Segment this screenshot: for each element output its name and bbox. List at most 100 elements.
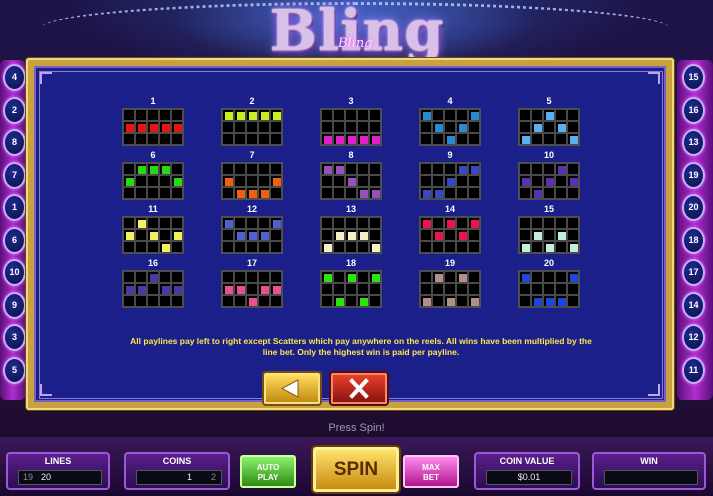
- payline-indicator[interactable]: 10: [3, 259, 26, 286]
- coins-field[interactable]: 1 2: [136, 470, 222, 485]
- payline-cell-active: [345, 229, 357, 241]
- payline-cell-active: [369, 271, 381, 283]
- payline-cell-active: [468, 163, 480, 175]
- payline-cell: [444, 187, 456, 199]
- max-bet-button[interactable]: MAX BET: [403, 455, 459, 488]
- payline-cell: [123, 187, 135, 199]
- payline-diagram: [320, 270, 382, 308]
- lines-field[interactable]: 19 20: [18, 470, 102, 485]
- payline-cell-active: [258, 187, 270, 199]
- payline-cell: [171, 109, 183, 121]
- payline-cell: [258, 217, 270, 229]
- payline-cell: [531, 133, 543, 145]
- payline-cell: [270, 241, 282, 253]
- payline-cell-active: [171, 121, 183, 133]
- coins-control[interactable]: COINS 1 2: [124, 452, 230, 490]
- payline-diagram: [419, 162, 481, 200]
- payline-indicator[interactable]: 17: [682, 259, 705, 286]
- payline-cell-active: [345, 271, 357, 283]
- payline-indicator[interactable]: 11: [682, 356, 705, 384]
- payline-indicator[interactable]: 1: [3, 194, 26, 221]
- payline-indicator[interactable]: 18: [682, 226, 705, 254]
- payline-cell: [432, 217, 444, 229]
- payline-cell: [432, 163, 444, 175]
- payline-cell-active: [456, 271, 468, 283]
- payline-indicator[interactable]: 19: [682, 161, 705, 189]
- lines-control[interactable]: LINES 19 20: [6, 452, 110, 490]
- payline-cell-active: [444, 217, 456, 229]
- payline-indicator[interactable]: 16: [682, 96, 705, 124]
- lines-label: LINES: [44, 456, 72, 466]
- payline-cell: [555, 109, 567, 121]
- payline-indicator[interactable]: 7: [3, 161, 26, 189]
- payline-cell: [345, 283, 357, 295]
- payline-3: 3: [320, 96, 382, 148]
- payline-cell-active: [345, 175, 357, 187]
- payline-indicator[interactable]: 12: [682, 324, 705, 351]
- payline-indicator[interactable]: 6: [3, 226, 26, 254]
- payline-9: 9: [419, 150, 481, 202]
- payline-cell-active: [432, 187, 444, 199]
- payline-cell: [258, 241, 270, 253]
- payline-cell: [357, 271, 369, 283]
- payline-cell-active: [567, 241, 579, 253]
- payline-cell: [468, 121, 480, 133]
- payline-number: 1: [150, 96, 156, 106]
- payline-indicator[interactable]: 2: [3, 96, 26, 124]
- payline-cell-active: [321, 271, 333, 283]
- autoplay-button[interactable]: AUTO PLAY: [240, 455, 296, 488]
- payline-10: 10: [518, 150, 580, 202]
- payline-indicator[interactable]: 3: [3, 324, 26, 351]
- payline-cell-active: [270, 283, 282, 295]
- payline-cell: [519, 217, 531, 229]
- game-logo-sub: Bling: [338, 36, 373, 51]
- payline-indicator[interactable]: 13: [682, 129, 705, 156]
- payline-diagram: [122, 216, 184, 254]
- payline-cell: [531, 241, 543, 253]
- payline-cell-active: [171, 283, 183, 295]
- payline-number: 13: [345, 204, 356, 214]
- close-button[interactable]: [331, 373, 387, 404]
- payline-cell: [531, 109, 543, 121]
- payline-6: 6: [122, 150, 184, 202]
- payline-cell: [270, 229, 282, 241]
- payline-indicator[interactable]: 20: [682, 194, 705, 221]
- payline-cell: [555, 271, 567, 283]
- payline-diagram: [221, 162, 283, 200]
- payline-indicator[interactable]: 5: [3, 356, 26, 384]
- payline-indicator[interactable]: 4: [3, 64, 26, 91]
- payline-cell: [222, 133, 234, 145]
- payline-cell: [543, 217, 555, 229]
- spin-button[interactable]: SPIN: [313, 447, 399, 492]
- payline-cell-active: [456, 229, 468, 241]
- payline-cell: [234, 133, 246, 145]
- payline-5: 5: [518, 96, 580, 148]
- win-field: [604, 470, 698, 485]
- payline-cell-active: [456, 121, 468, 133]
- payline-number: 9: [447, 150, 453, 160]
- payline-cell: [519, 187, 531, 199]
- payline-diagram: [518, 216, 580, 254]
- payline-cell: [444, 271, 456, 283]
- payline-indicator[interactable]: 9: [3, 291, 26, 319]
- payline-number: 11: [148, 204, 158, 214]
- payline-cell: [246, 121, 258, 133]
- payline-cell: [246, 271, 258, 283]
- back-button[interactable]: [264, 373, 320, 404]
- payline-cell-active: [270, 175, 282, 187]
- coin-value-field[interactable]: $0.01: [486, 470, 572, 485]
- payline-indicator[interactable]: 8: [3, 129, 26, 156]
- payline-cell: [567, 109, 579, 121]
- payline-cell-active: [369, 133, 381, 145]
- payline-cell: [444, 163, 456, 175]
- payline-number: 12: [246, 204, 257, 214]
- payline-indicator[interactable]: 14: [682, 291, 705, 319]
- payline-cell: [246, 175, 258, 187]
- payline-cell: [519, 229, 531, 241]
- payline-cell-active: [147, 121, 159, 133]
- payline-cell-active: [123, 175, 135, 187]
- payline-indicator[interactable]: 15: [682, 64, 705, 91]
- payline-cell-active: [432, 121, 444, 133]
- payline-cell: [456, 109, 468, 121]
- coin-value-control[interactable]: COIN VALUE $0.01: [474, 452, 580, 490]
